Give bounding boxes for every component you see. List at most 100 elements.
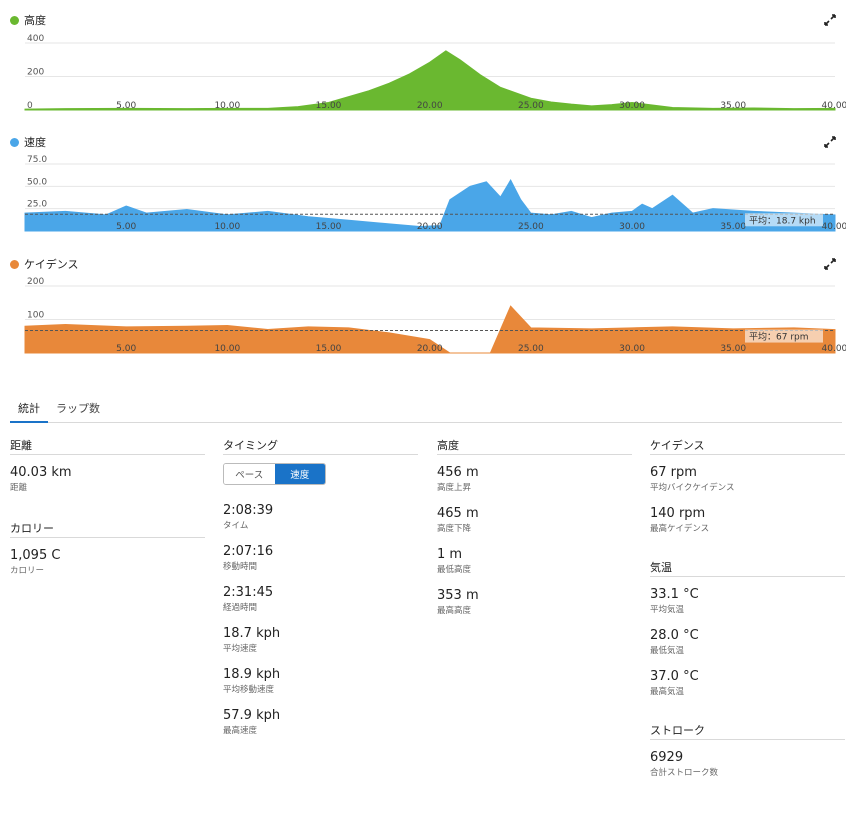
- x-tick-label: 15.00: [316, 222, 342, 232]
- stat-label: 最低高度: [437, 565, 472, 575]
- stat-item: 18.9 kph 平均移動速度: [223, 667, 418, 697]
- stat-item: 33.1 °C 平均気温: [650, 587, 845, 617]
- pace-speed-toggle: ペース 速度: [223, 463, 326, 485]
- stat-item: 353 m 最高高度: [437, 588, 632, 618]
- average-label: 平均：67 rpm: [749, 331, 809, 343]
- stat-label: 最高ケイデンス: [650, 524, 710, 534]
- x-tick-label: 35.00: [720, 344, 746, 354]
- stat-label: 移動時間: [223, 562, 258, 572]
- section-title-stroke: ストローク: [650, 722, 845, 740]
- x-tick-label: 10.00: [214, 222, 240, 232]
- stat-item: 456 m 高度上昇: [437, 465, 632, 495]
- stat-label: 平均バイクケイデンス: [650, 483, 735, 493]
- stat-label: 最高気温: [650, 687, 685, 697]
- stat-label: 最低気温: [650, 646, 685, 656]
- stat-value: 140 rpm: [650, 506, 706, 521]
- stats-column-cadence: ケイデンス 67 rpm 平均バイクケイデンス 140 rpm 最高ケイデンス …: [650, 437, 845, 791]
- stat-item: 28.0 °C 最低気温: [650, 628, 845, 658]
- toggle-pace-button[interactable]: ペース: [224, 464, 275, 484]
- stat-label: タイム: [223, 521, 249, 531]
- section-title-calories: カロリー: [10, 520, 205, 538]
- stat-value: 18.7 kph: [223, 626, 281, 641]
- stat-value: 18.9 kph: [223, 667, 281, 682]
- stat-label: 合計ストローク数: [650, 768, 719, 778]
- toggle-speed-button[interactable]: 速度: [274, 464, 325, 484]
- stat-value: 40.03 km: [10, 465, 72, 480]
- stat-item: 6929 合計ストローク数: [650, 750, 845, 780]
- stat-value: 465 m: [437, 506, 479, 521]
- x-tick-label: 40.00: [822, 222, 846, 232]
- stat-item: 67 rpm 平均バイクケイデンス: [650, 465, 845, 495]
- y-tick-label: 200: [27, 277, 44, 287]
- x-tick-label: 5.00: [116, 344, 136, 354]
- x-tick-label: 5.00: [116, 222, 136, 232]
- section-title-elevation: 高度: [437, 437, 632, 455]
- stat-item: 40.03 km 距離: [10, 465, 205, 495]
- stat-label: 平均移動速度: [223, 685, 275, 695]
- stat-item: 1,095 C カロリー: [10, 548, 205, 578]
- stat-label: 距離: [10, 483, 28, 493]
- stats-column-timing: タイミング ペース 速度 2:08:39 タイム 2:07:16 移動時間 2:…: [223, 437, 418, 749]
- section-title-cadence: ケイデンス: [650, 437, 845, 455]
- x-tick-label: 15.00: [316, 344, 342, 354]
- speed-plot[interactable]: 75.050.025.00.05.0010.0015.0020.0025.003…: [0, 134, 846, 234]
- cadence-plot[interactable]: 20010005.0010.0015.0020.0025.0030.0035.0…: [0, 256, 846, 356]
- stat-value: 1 m: [437, 547, 463, 562]
- stats-tabs: 統計 ラップ数: [10, 396, 842, 423]
- section-title-distance: 距離: [10, 437, 205, 455]
- section-title-timing: タイミング: [223, 437, 418, 455]
- average-label: 平均：18.7 kph: [749, 214, 816, 226]
- x-tick-label: 35.00: [720, 222, 746, 232]
- tab-laps[interactable]: ラップ数: [48, 396, 108, 421]
- stat-label: 平均気温: [650, 605, 685, 615]
- x-tick-label: 20.00: [417, 101, 443, 111]
- stat-value: 33.1 °C: [650, 587, 699, 602]
- y-tick-label: 25.0: [27, 200, 47, 210]
- x-tick-label: 35.00: [720, 101, 746, 111]
- speed-chart: 速度 75.050.025.00.05.0010.0015.0020.0025.…: [0, 134, 846, 234]
- y-tick-label: 200: [27, 68, 44, 78]
- stats-column-elevation: 高度 456 m 高度上昇 465 m 高度下降 1 m 最低高度 353 m …: [437, 437, 632, 629]
- x-tick-label: 5.00: [116, 101, 136, 111]
- stat-value: 2:07:16: [223, 544, 274, 559]
- stat-item: 465 m 高度下降: [437, 506, 632, 536]
- y-tick-label: 50.0: [27, 177, 47, 187]
- x-tick-label: 25.00: [518, 222, 544, 232]
- stat-label: 最高速度: [223, 726, 258, 736]
- stat-item: 2:08:39 タイム: [223, 503, 418, 533]
- stat-item: 37.0 °C 最高気温: [650, 669, 845, 699]
- x-tick-label: 30.00: [619, 101, 645, 111]
- x-tick-label: 20.00: [417, 222, 443, 232]
- stat-item: 2:07:16 移動時間: [223, 544, 418, 574]
- stat-value: 1,095 C: [10, 548, 61, 563]
- stats-column-distance: 距離 40.03 km 距離 カロリー 1,095 C カロリー: [10, 437, 205, 589]
- stat-label: 高度上昇: [437, 483, 472, 493]
- x-tick-label: 40.00: [822, 344, 846, 354]
- stat-item: 18.7 kph 平均速度: [223, 626, 418, 656]
- x-tick-label: 20.00: [417, 344, 443, 354]
- y-tick-label: 75.0: [27, 155, 47, 165]
- stat-item: 57.9 kph 最高速度: [223, 708, 418, 738]
- stat-value: 28.0 °C: [650, 628, 699, 643]
- stat-value: 67 rpm: [650, 465, 697, 480]
- elevation-plot[interactable]: 4002000 5.00 10.00 15.00 20.00 25.00 30.00 35.0…: [0, 12, 846, 112]
- x-tick-label: 40.00: [822, 101, 846, 111]
- stat-label: 平均速度: [223, 644, 258, 654]
- stat-item: 2:31:45 経過時間: [223, 585, 418, 615]
- stat-item: 140 rpm 最高ケイデンス: [650, 506, 845, 536]
- stat-item: 1 m 最低高度: [437, 547, 632, 577]
- x-tick-label: 30.00: [619, 344, 645, 354]
- stat-value: 456 m: [437, 465, 479, 480]
- x-tick-label: 25.00: [518, 101, 544, 111]
- x-tick-label: 30.00: [619, 222, 645, 232]
- stat-value: 2:08:39: [223, 503, 274, 518]
- cadence-chart: ケイデンス 20010005.0010.0015.0020.0025.0030.…: [0, 256, 846, 356]
- elevation-chart: 高度 400 200 0 5.00 10.00 15.00 20.00 25.00 30.00 3…: [0, 12, 846, 112]
- tab-stats[interactable]: 統計: [10, 396, 48, 423]
- stat-value: 57.9 kph: [223, 708, 281, 723]
- stat-label: 高度下降: [437, 524, 472, 534]
- stat-label: 経過時間: [223, 603, 258, 613]
- x-tick-label: 25.00: [518, 344, 544, 354]
- section-title-temperature: 気温: [650, 559, 845, 577]
- x-tick-label: 10.00: [214, 101, 240, 111]
